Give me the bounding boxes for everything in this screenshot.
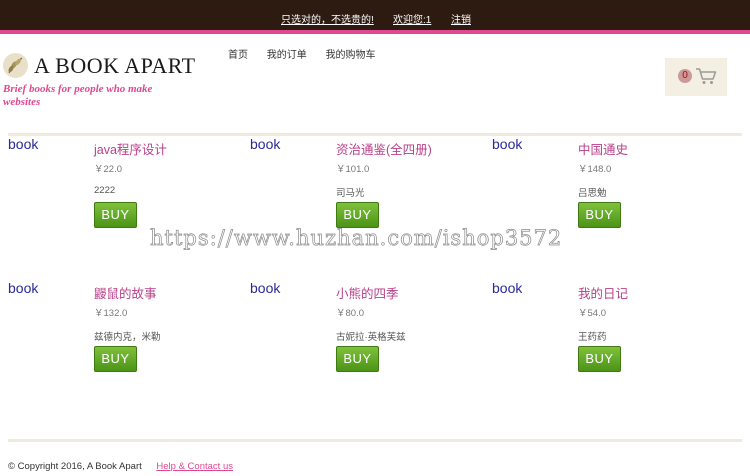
product-card: book 鼹鼠的故事 ￥132.0 兹德内克，米勒 BUY bbox=[8, 278, 208, 378]
brand-tagline: Brief books for people who make websites bbox=[3, 83, 153, 108]
shopping-cart-icon bbox=[696, 68, 717, 84]
top-bar: 只选对的，不选贵的! 欢迎您:1 注销 bbox=[0, 0, 750, 34]
buy-button[interactable]: BUY bbox=[336, 202, 379, 228]
main-nav: 首页 我的订单 我的购物车 bbox=[228, 46, 392, 61]
product-price: ￥22.0 bbox=[94, 164, 122, 175]
nav-orders-link[interactable]: 我的订单 bbox=[267, 50, 307, 61]
product-price: ￥80.0 bbox=[336, 308, 364, 319]
cart-widget[interactable]: 0 bbox=[665, 58, 727, 96]
book-image-alt[interactable]: book bbox=[8, 136, 38, 152]
product-title[interactable]: 小熊的四季 bbox=[336, 283, 399, 302]
welcome-user-link[interactable]: 欢迎您:1 bbox=[393, 11, 431, 26]
nav-cart-link[interactable]: 我的购物车 bbox=[326, 50, 376, 61]
product-title[interactable]: 我的日记 bbox=[578, 283, 628, 302]
product-author: 兹德内克，米勒 bbox=[94, 332, 161, 343]
footer: © Copyright 2016, A Book Apart Help & Co… bbox=[8, 461, 233, 472]
content-divider-bottom bbox=[8, 439, 742, 442]
product-card: book 我的日记 ￥54.0 王药药 BUY bbox=[492, 278, 692, 378]
cart-count-badge: 0 bbox=[678, 69, 692, 83]
book-image-alt[interactable]: book bbox=[8, 280, 38, 296]
buy-button[interactable]: BUY bbox=[94, 346, 137, 372]
product-title[interactable]: 中国通史 bbox=[578, 139, 628, 158]
product-price: ￥132.0 bbox=[94, 308, 128, 319]
product-title[interactable]: 资治通鉴(全四册) bbox=[336, 139, 432, 158]
watermark-text: https://www.huzhan.com/ishop3572 bbox=[150, 226, 563, 251]
product-price: ￥54.0 bbox=[578, 308, 606, 319]
product-author: 司马光 bbox=[336, 188, 365, 199]
product-card: book 小熊的四季 ￥80.0 古妮拉·英格芙兹 BUY bbox=[250, 278, 450, 378]
nav-home-link[interactable]: 首页 bbox=[228, 50, 248, 61]
help-contact-link[interactable]: Help & Contact us bbox=[156, 461, 233, 472]
product-author: 王药药 bbox=[578, 332, 607, 343]
book-image-alt[interactable]: book bbox=[492, 280, 522, 296]
buy-button[interactable]: BUY bbox=[578, 346, 621, 372]
buy-button[interactable]: BUY bbox=[578, 202, 621, 228]
product-card: book 资治通鉴(全四册) ￥101.0 司马光 BUY bbox=[250, 134, 450, 234]
slogan-link[interactable]: 只选对的，不选贵的! bbox=[281, 11, 374, 26]
book-image-alt[interactable]: book bbox=[250, 136, 280, 152]
product-title[interactable]: java程序设计 bbox=[94, 139, 167, 158]
product-author: 2222 bbox=[94, 185, 116, 196]
buy-button[interactable]: BUY bbox=[94, 202, 137, 228]
product-author: 古妮拉·英格芙兹 bbox=[336, 332, 406, 343]
footer-copyright: © Copyright 2016, A Book Apart bbox=[8, 461, 142, 472]
buy-button[interactable]: BUY bbox=[336, 346, 379, 372]
product-author: 吕思勉 bbox=[578, 188, 607, 199]
product-price: ￥148.0 bbox=[578, 164, 612, 175]
brand-title[interactable]: A BOOK APART bbox=[34, 53, 196, 79]
product-title[interactable]: 鼹鼠的故事 bbox=[94, 283, 157, 302]
book-image-alt[interactable]: book bbox=[492, 136, 522, 152]
book-image-alt[interactable]: book bbox=[250, 280, 280, 296]
product-card: book 中国通史 ￥148.0 吕思勉 BUY bbox=[492, 134, 692, 234]
product-price: ￥101.0 bbox=[336, 164, 370, 175]
logout-link[interactable]: 注销 bbox=[451, 11, 471, 26]
product-card: book java程序设计 ￥22.0 2222 BUY bbox=[8, 134, 208, 234]
leaf-logo-icon[interactable] bbox=[3, 53, 28, 78]
